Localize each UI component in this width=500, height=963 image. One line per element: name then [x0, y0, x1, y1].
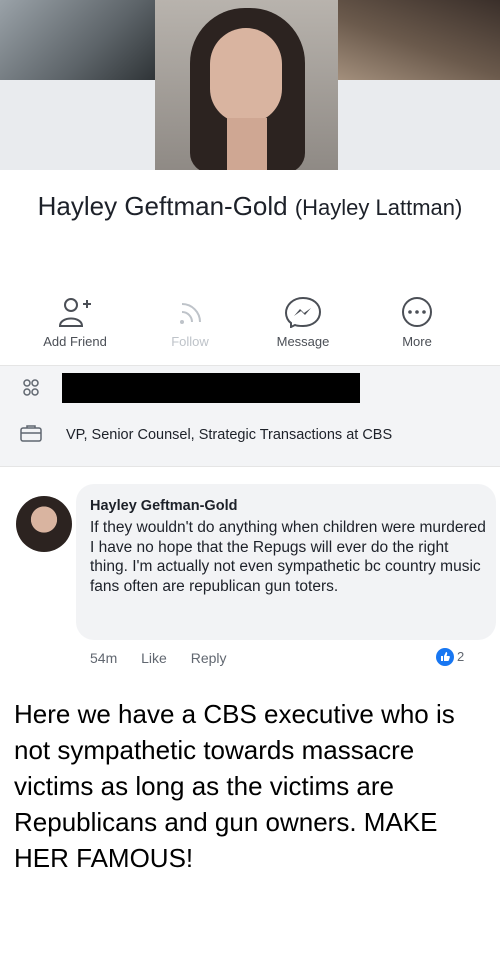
redacted-bar — [62, 373, 360, 403]
follow-icon — [180, 303, 201, 324]
comment-like-link[interactable]: Like — [141, 650, 167, 666]
more-icon — [402, 297, 432, 327]
profile-actions: Add Friend Follow Message More — [0, 296, 500, 356]
profile-photo[interactable] — [155, 0, 338, 170]
add-friend-button[interactable]: Add Friend — [20, 296, 130, 349]
cover-photo — [0, 0, 500, 170]
follow-button[interactable]: Follow — [135, 296, 245, 349]
reaction-count: 2 — [457, 649, 465, 664]
more-label: More — [402, 334, 432, 349]
comment-avatar[interactable] — [16, 496, 72, 552]
comment-author[interactable]: Hayley Geftman-Gold — [90, 498, 237, 514]
add-friend-icon — [58, 298, 91, 327]
profile-alternate-name: (Hayley Lattman) — [294, 195, 463, 220]
comment-reply-link[interactable]: Reply — [191, 650, 227, 666]
add-friend-label: Add Friend — [43, 334, 107, 349]
comment-meta: 54m Like Reply — [90, 650, 247, 666]
more-button[interactable]: More — [362, 296, 472, 349]
message-button[interactable]: Message — [248, 296, 358, 349]
thumbs-up-icon — [436, 648, 454, 666]
friends-icon — [23, 379, 39, 396]
meme-caption: Here we have a CBS executive who is not … — [14, 699, 455, 873]
work-info: VP, Senior Counsel, Strategic Transactio… — [66, 427, 393, 443]
profile-name-block: Hayley Geftman-Gold (Hayley Lattman) — [0, 188, 500, 226]
messenger-icon — [284, 296, 322, 328]
comment-text: If they wouldn't do anything when childr… — [90, 519, 486, 595]
briefcase-icon — [20, 425, 42, 442]
profile-name: Hayley Geftman-Gold — [37, 191, 288, 221]
divider — [0, 466, 500, 467]
follow-label: Follow — [171, 334, 209, 349]
message-label: Message — [276, 334, 330, 349]
comment-timestamp[interactable]: 54m — [90, 650, 117, 666]
cover-photo-left — [0, 0, 155, 80]
cover-photo-right — [338, 0, 500, 80]
